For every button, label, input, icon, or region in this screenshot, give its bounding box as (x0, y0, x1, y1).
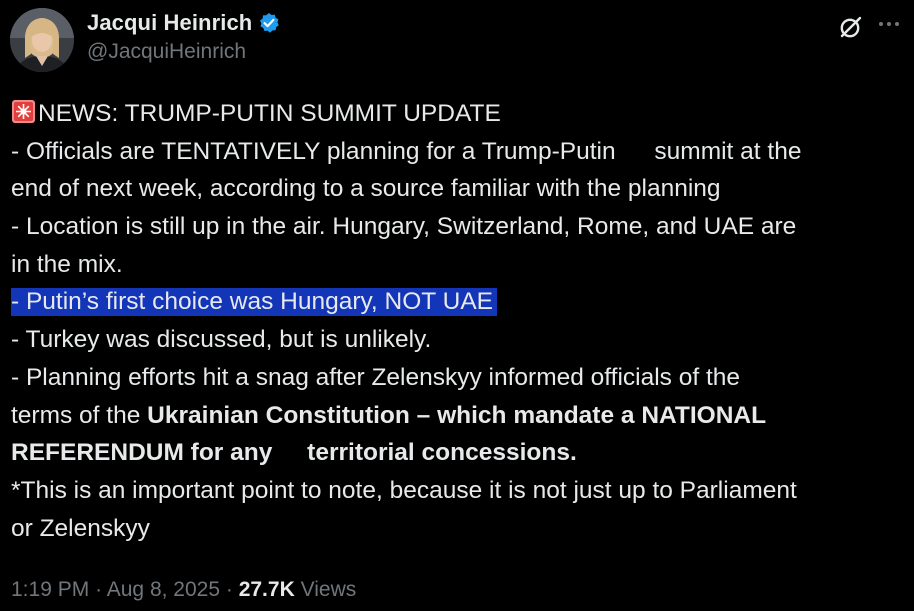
tweet-line-6: - Putin’s first choice was Hungary, NOT … (11, 283, 911, 321)
views-count[interactable]: 27.7K (239, 578, 295, 601)
tweet-line-1: NEWS: TRUMP-PUTIN SUMMIT UPDATE (11, 95, 911, 133)
tweet-text: NEWS: TRUMP-PUTIN SUMMIT UPDATE - Offici… (11, 95, 911, 547)
siren-emoji-icon (11, 98, 36, 123)
tweet-line-4: - Location is still up in the air. Hunga… (11, 213, 797, 241)
display-name[interactable]: Jacqui Heinrich (87, 10, 252, 36)
headline-text: NEWS: TRUMP-PUTIN SUMMIT UPDATE (38, 100, 501, 127)
tweet-line-7: - Turkey was discussed, but is unlikely. (11, 326, 432, 354)
tweet-date[interactable]: Aug 8, 2025 (107, 578, 220, 601)
tweet-text-segment: terms of the (11, 401, 148, 429)
tweet-text-segment: summit at the (654, 137, 802, 165)
bold-text-segment: Ukrainian Constitution – which mandate a… (147, 401, 767, 429)
bold-text-segment: territorial concessions. (307, 439, 577, 467)
tweet-line-12: or Zelenskyy (11, 514, 150, 542)
bold-text-segment: REFERENDUM for any (11, 439, 273, 467)
tweet-meta: 1:19 PM · Aug 8, 2025 · 27.7K Views (11, 578, 356, 602)
avatar-portrait (10, 8, 74, 72)
selected-text-highlight[interactable]: - Putin’s first choice was Hungary, NOT … (11, 288, 497, 317)
tweet-line-5: in the mix. (11, 250, 123, 278)
author-block: Jacqui Heinrich @JacquiHeinrich (87, 8, 280, 64)
meta-separator: · (95, 578, 103, 601)
tweet-time[interactable]: 1:19 PM (11, 578, 89, 601)
tweet-line-2: - Officials are TENTATIVELY planning for… (11, 133, 911, 171)
verified-badge-icon[interactable] (258, 12, 280, 34)
meta-separator: · (225, 578, 233, 601)
grok-icon[interactable] (838, 14, 864, 40)
tweet-line-8: - Planning efforts hit a snag after Zele… (11, 363, 741, 391)
author-handle[interactable]: @JacquiHeinrich (87, 40, 280, 64)
tweet-text-segment: - Officials are TENTATIVELY planning for… (11, 137, 616, 165)
more-options-icon[interactable] (874, 12, 904, 36)
tweet-line-11: *This is an important point to note, bec… (11, 476, 797, 504)
avatar[interactable] (10, 8, 74, 72)
name-row: Jacqui Heinrich (87, 8, 280, 38)
tweet-line-3: end of next week, according to a source … (11, 175, 721, 203)
tweet-header: Jacqui Heinrich @JacquiHeinrich (10, 6, 904, 72)
tweet-line-9: terms of the Ukrainian Constitution – wh… (11, 397, 911, 435)
views-label: Views (300, 578, 357, 601)
tweet-line-10: REFERENDUM for any territorial concessio… (11, 434, 911, 472)
